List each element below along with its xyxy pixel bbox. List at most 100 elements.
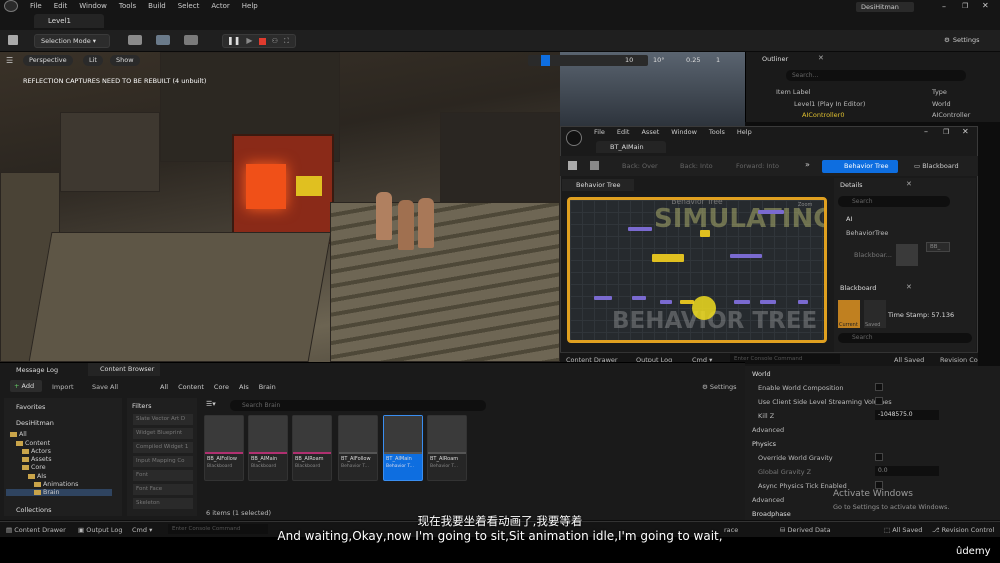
menu-window[interactable]: Window — [79, 2, 107, 10]
bt-node[interactable] — [594, 296, 612, 300]
filter-item[interactable]: Input Mapping Co — [133, 456, 193, 467]
character-3[interactable] — [418, 198, 434, 248]
more-chevron-icon[interactable]: » — [805, 160, 810, 169]
tab-level[interactable]: Level1 — [34, 14, 104, 28]
bt-node[interactable] — [798, 300, 808, 304]
behavior-tree-property[interactable]: BehaviorTree — [846, 229, 888, 237]
bt-menu-edit[interactable]: Edit — [617, 128, 630, 136]
tree-content[interactable]: Content — [16, 440, 50, 447]
bt-all-saved[interactable]: All Saved — [894, 356, 924, 364]
add-content-icon[interactable] — [128, 35, 142, 45]
tree-core[interactable]: Core — [22, 464, 46, 471]
async-physics-checkbox[interactable] — [875, 481, 883, 489]
current-toggle[interactable]: Current — [838, 300, 860, 328]
advanced-section[interactable]: Advanced — [752, 426, 784, 434]
asset-tile-selected[interactable]: BT_AIMain Behavior T... — [383, 415, 423, 481]
content-search[interactable]: Search Brain — [230, 400, 486, 411]
bt-node[interactable] — [632, 296, 646, 300]
asset-thumbnail[interactable] — [896, 244, 918, 266]
tree-ais[interactable]: AIs — [28, 473, 46, 480]
maximize-icon[interactable]: ❐ — [962, 2, 968, 10]
favorites-section[interactable]: Favorites — [16, 403, 45, 411]
character-2[interactable] — [398, 200, 414, 250]
outliner-col-type[interactable]: Type — [932, 88, 947, 96]
details-search[interactable]: Search — [838, 196, 950, 207]
pause-icon[interactable]: ❚❚ — [227, 35, 240, 47]
grid-snap-value[interactable]: 10 — [625, 56, 633, 64]
blackboard-tab[interactable]: Blackboard — [840, 284, 876, 292]
blackboard-close-icon[interactable]: ✕ — [906, 283, 912, 291]
bt-browse-icon[interactable] — [590, 161, 599, 170]
kill-z-input[interactable]: -1048575.0 — [875, 410, 939, 420]
back-over-button[interactable]: Back: Over — [622, 162, 658, 170]
filter-list-icon[interactable]: ☰▾ — [206, 400, 216, 408]
stop-icon[interactable] — [258, 37, 266, 45]
tree-brain[interactable]: Brain — [6, 489, 112, 496]
asset-tile[interactable]: BB_AIFollow Blackboard — [204, 415, 244, 481]
bt-node[interactable] — [760, 300, 776, 304]
saved-toggle[interactable]: Saved — [864, 300, 886, 328]
show-button[interactable]: Show — [110, 55, 140, 66]
bt-node[interactable] — [734, 300, 750, 304]
forward-into-button[interactable]: Forward: Into — [736, 162, 779, 170]
breadcrumb-ais[interactable]: AIs — [239, 383, 249, 391]
blackboard-mode-button[interactable]: ▭ Blackboard — [914, 162, 959, 170]
filter-item[interactable]: Font — [133, 470, 193, 481]
bt-node[interactable] — [730, 254, 762, 258]
content-settings-button[interactable]: ⚙ Settings — [702, 383, 737, 391]
save-icon[interactable] — [8, 35, 18, 45]
breadcrumb-all[interactable]: All — [160, 383, 168, 391]
menu-help[interactable]: Help — [242, 2, 258, 10]
angle-snap-value[interactable]: 10° — [653, 56, 665, 64]
bt-menu-file[interactable]: File — [594, 128, 605, 136]
bt-graph-tab[interactable]: Behavior Tree — [562, 179, 634, 191]
scale-snap-value[interactable]: 0.25 — [686, 56, 700, 64]
bt-node[interactable] — [758, 210, 784, 214]
menu-select[interactable]: Select — [178, 2, 200, 10]
bt-menu-help[interactable]: Help — [737, 128, 752, 136]
breadcrumb-brain[interactable]: Brain — [259, 383, 276, 391]
filter-item[interactable]: Font Face — [133, 484, 193, 495]
bt-minimize-icon[interactable]: – — [924, 127, 928, 136]
tab-message-log[interactable]: Message Log — [16, 366, 58, 374]
camera-speed-value[interactable]: 1 — [716, 56, 720, 64]
possess-icon[interactable]: ⚇ — [272, 35, 278, 47]
bt-node[interactable] — [660, 300, 672, 304]
filter-item[interactable]: Widget Blueprint — [133, 428, 193, 439]
asset-tile[interactable]: BB_AIMain Blackboard — [248, 415, 288, 481]
bt-menu-asset[interactable]: Asset — [641, 128, 659, 136]
behavior-tree-mode-button[interactable]: Behavior Tree — [822, 160, 898, 173]
breadcrumb-content[interactable]: Content — [178, 383, 204, 391]
breadcrumb-core[interactable]: Core — [214, 383, 229, 391]
global-gravity-input[interactable]: 0.0 — [875, 466, 939, 476]
tab-content-browser[interactable]: Content Browser — [88, 363, 160, 376]
filter-item[interactable]: Skeleton — [133, 498, 193, 509]
bt-tab[interactable]: BT_AIMain — [596, 141, 666, 153]
bt-revision[interactable]: Revision Co — [940, 356, 978, 364]
outliner-search[interactable]: Search... — [786, 70, 966, 81]
asset-tile[interactable]: BB_AIRoam Blackboard — [292, 415, 332, 481]
bt-node[interactable] — [628, 227, 652, 231]
bt-unreal-logo-icon[interactable] — [566, 130, 582, 146]
details-tab[interactable]: Details — [840, 181, 863, 189]
world-section[interactable]: World — [752, 370, 771, 378]
bt-menu-window[interactable]: Window — [671, 128, 697, 136]
character-1[interactable] — [376, 192, 392, 240]
bt-maximize-icon[interactable]: ❐ — [943, 128, 949, 136]
settings-button[interactable]: ⚙ Settings — [944, 36, 980, 44]
menu-tools[interactable]: Tools — [119, 2, 136, 10]
physics-section[interactable]: Physics — [752, 440, 776, 448]
menu-file[interactable]: File — [30, 2, 42, 10]
minimize-icon[interactable]: – — [942, 2, 946, 11]
eject-icon[interactable]: ⛶ — [284, 35, 289, 47]
outliner-row-world[interactable]: Level1 (Play In Editor) — [794, 100, 865, 108]
tree-assets[interactable]: Assets — [22, 456, 52, 463]
ai-section[interactable]: AI — [846, 215, 852, 223]
asset-tile[interactable]: BT_AIFollow Behavior T... — [338, 415, 378, 481]
details-close-icon[interactable]: ✕ — [906, 180, 912, 188]
outliner-col-label[interactable]: Item Label — [776, 88, 810, 96]
bt-console-input[interactable]: Enter Console Command — [730, 354, 840, 364]
tree-animations[interactable]: Animations — [34, 481, 78, 488]
selection-mode-dropdown[interactable]: Selection Mode ▾ — [34, 34, 110, 48]
step-icon[interactable]: ▶ — [246, 35, 252, 47]
